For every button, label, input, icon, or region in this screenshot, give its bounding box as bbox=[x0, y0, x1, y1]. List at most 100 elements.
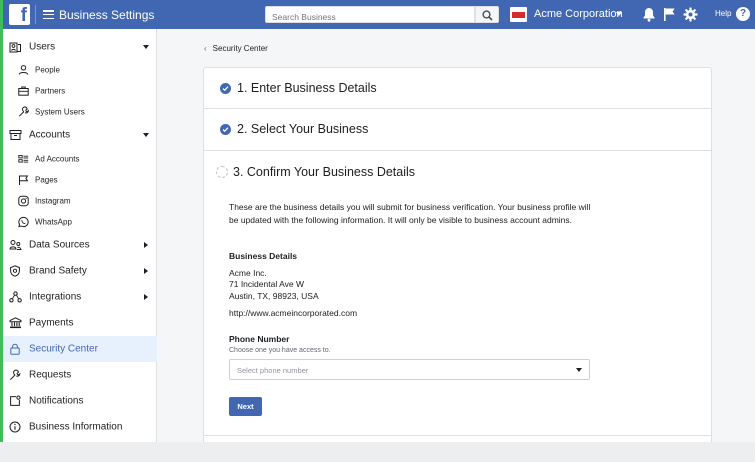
check-circle-icon bbox=[220, 124, 231, 135]
step-title: 1. Enter Business Details bbox=[237, 81, 377, 95]
sidebar-item-label: Partners bbox=[35, 86, 66, 95]
instagram-icon bbox=[18, 195, 29, 206]
step-enter-business-details[interactable]: 1. Enter Business Details bbox=[204, 68, 711, 109]
search-icon bbox=[482, 10, 493, 21]
notifications-icon bbox=[10, 395, 21, 406]
chevron-down-icon[interactable] bbox=[616, 12, 622, 16]
sidebar-item-label: Requests bbox=[29, 369, 72, 381]
sidebar-item-whatsapp[interactable]: WhatsApp bbox=[3, 211, 157, 232]
chevron-down-icon bbox=[143, 133, 149, 137]
users-icon bbox=[9, 42, 21, 53]
search-box[interactable] bbox=[265, 6, 475, 25]
chevron-down-icon bbox=[143, 45, 149, 49]
app-title[interactable]: Business Settings bbox=[59, 8, 154, 22]
sidebar-item-requests[interactable]: Requests bbox=[3, 362, 157, 388]
sidebar-item-accounts[interactable]: Accounts bbox=[3, 123, 157, 147]
next-button[interactable]: Next bbox=[229, 397, 262, 416]
business-name-value: Acme Inc. bbox=[229, 268, 267, 278]
sidebar-item-label: Brand Safety bbox=[29, 265, 87, 277]
bank-icon bbox=[9, 317, 22, 329]
phone-number-select[interactable]: Select phone number bbox=[229, 359, 590, 380]
sidebar-item-business-information[interactable]: Business Information bbox=[3, 414, 157, 440]
sidebar-item-pages[interactable]: Pages bbox=[3, 169, 157, 190]
sidebar-item-label: Notifications bbox=[29, 395, 84, 407]
card-divider bbox=[204, 435, 711, 436]
accounts-icon bbox=[9, 130, 22, 140]
address-line2-value: Austin, TX, 98923, USA bbox=[229, 291, 319, 301]
sidebar-item-label: Security Center bbox=[29, 343, 98, 355]
sidebar: Users People Partners System Users Accou… bbox=[3, 29, 157, 442]
sidebar-item-security-center[interactable]: Security Center bbox=[3, 336, 157, 362]
search-button[interactable] bbox=[475, 6, 499, 23]
sidebar-item-instagram[interactable]: Instagram bbox=[3, 190, 157, 211]
whatsapp-icon bbox=[18, 216, 29, 227]
sidebar-item-users[interactable]: Users bbox=[3, 36, 157, 58]
wrench-icon bbox=[18, 106, 29, 117]
gear-icon[interactable] bbox=[683, 7, 698, 22]
sidebar-item-label: Pages bbox=[35, 175, 58, 184]
step-confirm-business-details[interactable]: 3. Confirm Your Business Details bbox=[204, 152, 711, 193]
search-input[interactable] bbox=[266, 9, 474, 25]
website-value: http://www.acmeincorporated.com bbox=[229, 308, 358, 318]
shield-icon bbox=[10, 265, 20, 277]
sidebar-item-label: Business Information bbox=[29, 421, 123, 433]
lock-icon bbox=[10, 343, 20, 355]
sidebar-item-label: Ad Accounts bbox=[35, 154, 80, 163]
notification-bell-icon[interactable] bbox=[642, 7, 656, 22]
flag-icon[interactable] bbox=[663, 7, 676, 22]
sidebar-item-label: Instagram bbox=[35, 196, 71, 205]
sidebar-item-label: People bbox=[35, 65, 60, 74]
step-title: 3. Confirm Your Business Details bbox=[233, 165, 416, 179]
flag-icon bbox=[19, 175, 29, 185]
sidebar-item-label: Payments bbox=[29, 317, 74, 329]
data-sources-icon bbox=[9, 240, 22, 250]
address-line1-value: 71 Incidental Ave W bbox=[229, 279, 304, 289]
check-circle-icon bbox=[220, 83, 231, 94]
hamburger-menu-icon[interactable] bbox=[43, 10, 54, 20]
select-placeholder: Select phone number bbox=[237, 366, 309, 375]
business-logo[interactable] bbox=[510, 7, 527, 22]
sidebar-item-label: WhatsApp bbox=[35, 217, 72, 226]
sidebar-item-label: Accounts bbox=[29, 129, 71, 141]
pending-circle-icon bbox=[216, 166, 228, 178]
help-icon[interactable]: ? bbox=[736, 7, 750, 21]
step-title: 2. Select Your Business bbox=[237, 122, 369, 136]
info-icon bbox=[9, 421, 21, 433]
person-icon bbox=[18, 64, 29, 75]
business-details-heading: Business Details bbox=[229, 251, 298, 261]
app-window: f Business Settings Acme Corporation Hel… bbox=[0, 0, 755, 442]
sidebar-item-notifications[interactable]: Notifications bbox=[3, 388, 157, 414]
briefcase-icon bbox=[18, 86, 29, 96]
breadcrumb-label: Security Center bbox=[212, 44, 268, 53]
phone-number-hint: Choose one you have access to. bbox=[229, 347, 331, 354]
sidebar-item-data-sources[interactable]: Data Sources bbox=[3, 232, 157, 258]
top-bar: f Business Settings Acme Corporation Hel… bbox=[3, 0, 755, 29]
chevron-left-icon: ‹ bbox=[204, 44, 207, 53]
sidebar-item-label: Integrations bbox=[29, 291, 82, 303]
chevron-right-icon bbox=[144, 293, 148, 300]
sidebar-item-people[interactable]: People bbox=[3, 59, 157, 80]
sidebar-item-label: System Users bbox=[35, 107, 85, 116]
verification-card: 1. Enter Business Details 2. Select Your… bbox=[203, 67, 712, 442]
sidebar-item-ad-accounts[interactable]: Ad Accounts bbox=[3, 148, 157, 169]
sidebar-item-label: Data Sources bbox=[29, 239, 90, 251]
chevron-right-icon bbox=[144, 267, 148, 274]
sidebar-item-system-users[interactable]: System Users bbox=[3, 101, 157, 122]
sidebar-item-brand-safety[interactable]: Brand Safety bbox=[3, 258, 157, 284]
chevron-right-icon bbox=[144, 241, 148, 248]
sidebar-item-partners[interactable]: Partners bbox=[3, 80, 157, 101]
breadcrumb[interactable]: ‹ Security Center bbox=[204, 44, 268, 53]
help-label[interactable]: Help bbox=[715, 9, 731, 18]
requests-icon bbox=[9, 369, 21, 381]
ad-accounts-icon bbox=[18, 154, 29, 163]
sidebar-item-integrations[interactable]: Integrations bbox=[3, 284, 157, 310]
business-name[interactable]: Acme Corporation bbox=[534, 8, 623, 20]
chevron-down-icon bbox=[576, 367, 582, 372]
top-bar-divider bbox=[35, 5, 36, 24]
step-select-your-business[interactable]: 2. Select Your Business bbox=[204, 109, 711, 151]
integrations-icon bbox=[9, 291, 22, 303]
step-description: These are the business details you will … bbox=[229, 202, 591, 225]
sidebar-item-payments[interactable]: Payments bbox=[3, 310, 157, 336]
phone-number-heading: Phone Number bbox=[229, 334, 290, 344]
facebook-logo[interactable]: f bbox=[9, 4, 30, 25]
